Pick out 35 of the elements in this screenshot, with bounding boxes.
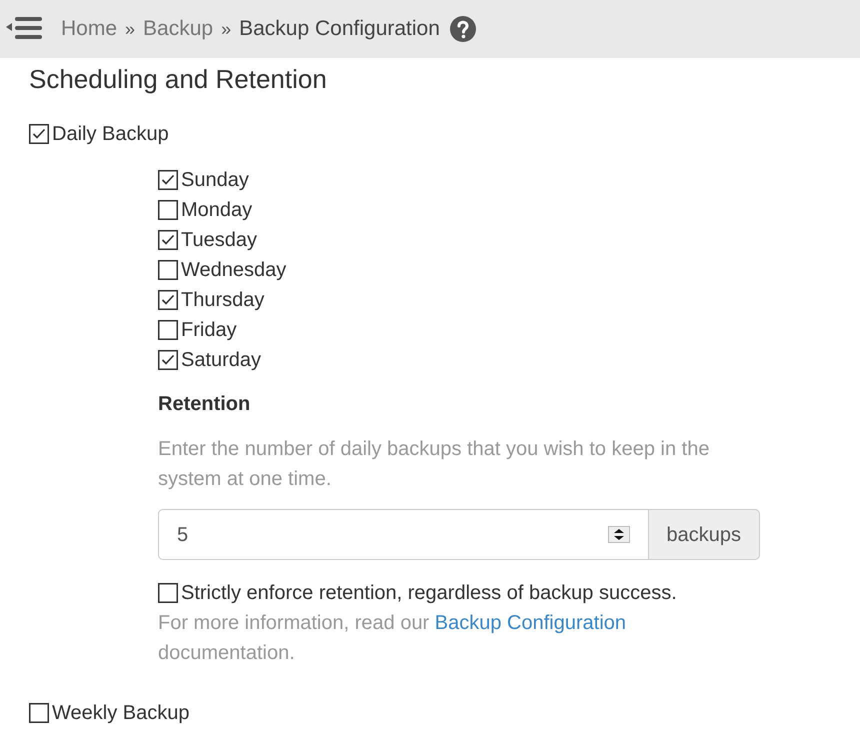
day-label: Saturday <box>181 348 262 373</box>
checkbox[interactable] <box>158 583 178 603</box>
day-label: Friday <box>181 318 237 343</box>
retention-heading: Retention <box>158 392 252 417</box>
day-label: Wednesday <box>181 258 286 283</box>
retention-description: Enter the number of daily backups that you wish to keep in the system at one time. <box>158 437 710 492</box>
checkbox[interactable] <box>158 230 178 250</box>
day-label: Tuesday <box>181 228 257 253</box>
help-icon[interactable] <box>450 16 476 42</box>
section-title: Scheduling and Retention <box>29 63 328 96</box>
checkbox-label: Weekly Backup <box>52 701 190 726</box>
checkbox-label: Daily Backup <box>52 122 169 147</box>
menu-icon[interactable] <box>6 16 42 42</box>
checkbox[interactable] <box>158 200 178 220</box>
day-label: Thursday <box>181 288 264 313</box>
info-text: For more information, read our Backup Configuration documentation. <box>158 611 628 666</box>
checkbox[interactable] <box>29 124 49 144</box>
breadcrumb-link[interactable]: Home <box>61 13 118 45</box>
checkbox[interactable] <box>158 260 178 280</box>
checkbox-label: Strictly enforce retention, regardless of backup success. <box>181 581 677 606</box>
spinner-icon[interactable] <box>608 526 630 543</box>
day-label: Monday <box>181 198 252 223</box>
checkbox[interactable] <box>29 703 49 723</box>
number-input[interactable]: 5 <box>158 509 648 560</box>
breadcrumb-link[interactable]: Backup <box>143 13 214 45</box>
breadcrumb-separator: » <box>221 18 232 40</box>
unit-label: backups <box>648 509 760 560</box>
checkbox[interactable] <box>158 170 178 190</box>
documentation-link[interactable]: Backup Configuration <box>434 612 626 634</box>
breadcrumb-current: Backup Configuration <box>239 16 440 42</box>
day-label: Sunday <box>181 168 249 193</box>
checkbox[interactable] <box>158 320 178 340</box>
checkbox[interactable] <box>158 290 178 310</box>
checkbox[interactable] <box>158 350 178 370</box>
breadcrumb-separator: » <box>125 18 136 40</box>
